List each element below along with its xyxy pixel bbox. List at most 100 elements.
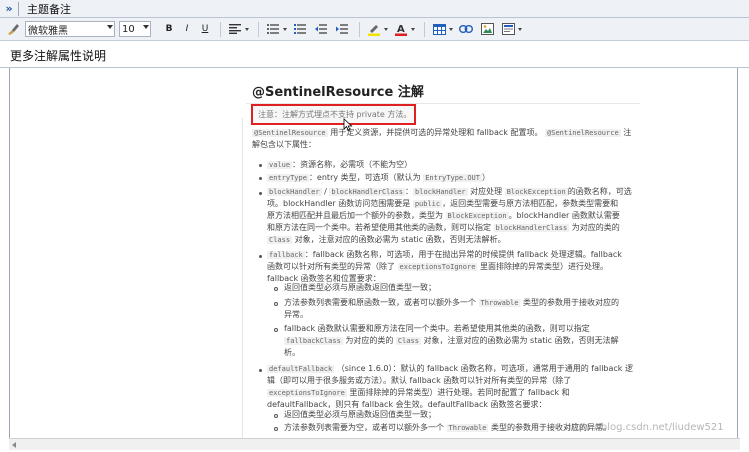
text-span: 类型的参数用于接收对应的 [523, 298, 620, 307]
font-color-icon[interactable]: A [392, 20, 410, 38]
code-span: @SentinelResource [252, 129, 328, 137]
chevron-down-icon [143, 25, 149, 29]
text-span: 的函数名称，可选 [567, 187, 632, 196]
code-span: fallbackClass [284, 337, 343, 345]
window-title: 主题备注 [27, 2, 71, 16]
text-span: 辑（即可以用于很多服务或方法）。默认 fallback 函数可以针对所有类型的异… [267, 376, 572, 385]
doc-left-rule [242, 118, 243, 438]
doc-intro-line2: 解包含以下属性： [252, 140, 316, 149]
code-span: blockHandler [413, 188, 468, 196]
text-span: 为对应的类的 [571, 223, 620, 232]
doc-heading: @SentinelResource 注解 [252, 85, 424, 100]
text-span: 对应处理 [470, 187, 503, 196]
watermark: https://blog.csdn.net/liudew521 [565, 422, 724, 433]
text-span: 对象，注意对应的函数必需为 static 函数，否则无法解 [423, 336, 619, 345]
code-span: Class [395, 337, 421, 345]
doc-intro-line1: @SentinelResource 用于定义资源，并提供可选的异常处理和 fal… [252, 127, 632, 139]
chevron-down-icon[interactable] [245, 27, 249, 31]
numbered-list-icon[interactable] [291, 20, 309, 38]
text-span: ，返回类型需要与原方法相匹配，参数类型需要和 [442, 199, 619, 208]
text-span: ：fallback 函数名称，可选项，用于在抛出异常的时候提供 fallback… [304, 250, 622, 259]
doc-bullet-value: value ：资源名称，必需项（不能为空） [267, 159, 412, 171]
text-span: 里面排除掉的异常类型）进行处理。 [479, 262, 608, 271]
embedded-doc-image: @SentinelResource 注解 [246, 72, 640, 104]
underline-button[interactable]: U [197, 21, 213, 37]
code-span: blockHandlerClass [493, 224, 570, 232]
title-bar: » 主题备注 [0, 0, 749, 18]
sub-bullet-circle [274, 427, 278, 431]
align-left-icon[interactable] [226, 20, 244, 38]
text-span: 原方法相匹配并且最后加一个额外的参数，类型为 [267, 211, 443, 220]
outdent-icon[interactable] [312, 20, 330, 38]
expand-chevron-icon[interactable]: » [0, 0, 18, 18]
bullet-dot [259, 255, 262, 258]
doc-bullet-fallback: fallback ：fallback 函数名称，可选项，用于在抛出异常的时候提供 … [267, 249, 639, 285]
brush-icon[interactable] [4, 20, 22, 38]
sub-bullet-circle [274, 302, 278, 306]
text-span: 里面排除掉的异常类型）进行处理。若同时配置了 fallback 和 [349, 388, 570, 397]
text-span: 函数可以针对所有类型的异常（除了 [267, 262, 395, 271]
code-span: @SentinelResource [545, 129, 621, 137]
indent-icon[interactable] [333, 20, 351, 38]
text-span: （since 1.6.0）：默认的 fallback 函数名称，可选项，通常用于… [336, 364, 633, 373]
text-span: 析。 [284, 348, 300, 357]
chevron-down-icon [107, 25, 113, 29]
doc-note-highlighted: 注意：注解方式埋点不支持 private 方法。 [251, 104, 416, 125]
chevron-down-icon[interactable] [384, 27, 388, 31]
text-span: / [324, 187, 327, 196]
divider [424, 21, 425, 37]
divider [18, 1, 19, 16]
highlight-pen-icon[interactable] [365, 20, 383, 38]
code-span: exceptionsToIgnore [267, 389, 347, 397]
chevron-down-icon[interactable] [411, 27, 415, 31]
code-span: BlockException [445, 212, 509, 220]
scroll-left-icon[interactable] [12, 442, 16, 448]
code-span: EntryType.OUT [423, 174, 482, 182]
text-span: 注 [623, 128, 632, 137]
insert-object-icon[interactable] [499, 20, 517, 38]
bullet-dot [259, 192, 262, 195]
sub-bullet-circle [274, 414, 278, 418]
font-size-value: 10 [122, 23, 135, 35]
code-span: value [267, 161, 293, 169]
chevron-down-icon[interactable] [518, 27, 522, 31]
code-span: blockHandlerClass [329, 188, 406, 196]
doc-sub-bullet-4: 返回值类型必须与原函数返回值类型一致； [284, 410, 436, 419]
font-family-select[interactable]: 微软雅黑 [25, 21, 115, 37]
divider [359, 21, 360, 37]
sub-bullet-circle [274, 287, 278, 291]
text-span: fallback 函数默认需要和原方法在同一个类中。若希望使用其他类的函数，则可… [284, 324, 590, 333]
text-span: 和原方法在同一个类中。若希望使用其他类的函数，则可以指定 [267, 223, 491, 232]
link-icon[interactable] [457, 20, 475, 38]
doc-bullet-defaultfallback: defaultFallback （since 1.6.0）：默认的 fallba… [267, 363, 639, 411]
code-span: exceptionsToIgnore [397, 263, 478, 271]
text-span: 方法参数列表需要和原函数一致，或者可以额外多一个 [284, 298, 476, 307]
text-span: 为对应的类的 [345, 336, 394, 345]
code-span: blockHandler [267, 188, 322, 196]
bullet-list-icon[interactable] [264, 20, 282, 38]
divider [220, 21, 221, 37]
code-span: Class [267, 236, 293, 244]
divider [258, 21, 259, 37]
doc-sub-bullet-1: 返回值类型必须与原函数返回值类型一致； [284, 283, 436, 292]
italic-button[interactable]: I [179, 21, 195, 37]
section-title: 更多注解属性说明 [0, 44, 749, 68]
text-span: ： [405, 187, 414, 196]
text-span: ） [481, 173, 490, 182]
bullet-dot [259, 164, 262, 167]
doc-bullet-blockhandler: blockHandler / blockHandlerClass： blockHa… [267, 186, 639, 246]
doc-bullet-entrytype: entryType ：entry 类型，可选项（默认为 EntryType.OUT… [267, 172, 490, 184]
horizontal-scrollbar[interactable] [9, 438, 740, 450]
code-span: Throwable [446, 424, 489, 432]
text-span: ：资源名称，必需项（不能为空） [292, 160, 413, 169]
text-span: 用于定义资源，并提供可选的异常处理和 fallback 配置项。 [330, 128, 543, 137]
chevron-down-icon[interactable] [283, 27, 287, 31]
font-family-value: 微软雅黑 [28, 25, 68, 37]
code-span: entryType [267, 174, 309, 182]
image-icon[interactable] [478, 20, 496, 38]
bold-button[interactable]: B [161, 21, 177, 37]
text-span: 异常。 [284, 310, 308, 319]
table-icon[interactable] [430, 20, 448, 38]
chevron-down-icon[interactable] [449, 27, 453, 31]
font-size-select[interactable]: 10 [119, 21, 151, 37]
